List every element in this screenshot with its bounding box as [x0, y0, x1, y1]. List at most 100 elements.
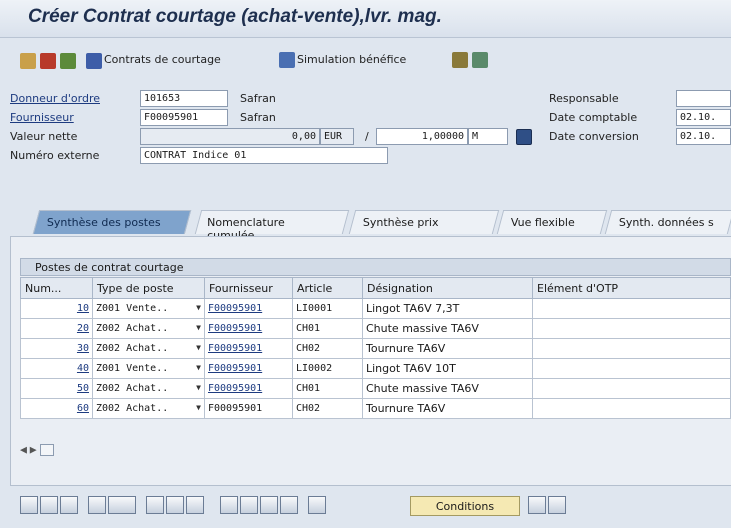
copy-row-icon[interactable]	[108, 496, 136, 514]
select-all-icon[interactable]	[40, 496, 58, 514]
filter-icon[interactable]	[186, 496, 204, 514]
header-data-icon[interactable]	[40, 53, 56, 69]
row-article[interactable]: LI0002	[292, 358, 363, 379]
conditions-button[interactable]: Conditions	[410, 496, 520, 516]
scroll-right-icon[interactable]: ▶	[30, 446, 37, 456]
col-designation[interactable]: Désignation	[362, 277, 533, 299]
grid-toolbar: Conditions	[20, 496, 731, 518]
row-designation[interactable]: Lingot TA6V 10T	[362, 358, 533, 379]
scroll-thumb[interactable]	[39, 444, 54, 456]
table-row[interactable]: 50 Z002 Achat.. ▼ F00095901 CH01 Chute ma…	[20, 378, 731, 399]
donneur-label[interactable]: Donneur d'ordre	[10, 92, 100, 105]
row-num[interactable]: 50	[20, 378, 93, 399]
donneur-field[interactable]: 101653	[140, 90, 228, 107]
exchange-rate-icon[interactable]	[516, 129, 532, 145]
row-num[interactable]: 60	[20, 398, 93, 419]
documents-icon[interactable]	[472, 52, 488, 68]
row-fournisseur[interactable]: F00095901	[204, 338, 293, 359]
dropdown-icon[interactable]: ▼	[196, 323, 201, 332]
dropdown-icon[interactable]: ▼	[196, 303, 201, 312]
row-type[interactable]: Z001 Vente.. ▼	[92, 298, 205, 319]
duplicate-icon[interactable]	[260, 496, 278, 514]
ratio-unit-field[interactable]: M	[468, 128, 508, 145]
tab-synth-donnees[interactable]: Synth. données s	[604, 210, 731, 234]
row-article[interactable]: CH01	[292, 378, 363, 399]
row-type[interactable]: Z001 Vente.. ▼	[92, 358, 205, 379]
row-otp[interactable]	[532, 338, 731, 359]
row-num[interactable]: 40	[20, 358, 93, 379]
row-fournisseur[interactable]: F00095901	[204, 358, 293, 379]
row-otp[interactable]	[532, 398, 731, 419]
row-designation[interactable]: Lingot TA6V 7,3T	[362, 298, 533, 319]
row-designation[interactable]: Chute massive TA6V	[362, 318, 533, 339]
fournisseur-label[interactable]: Fournisseur	[10, 111, 74, 124]
row-article[interactable]: CH02	[292, 398, 363, 419]
row-type[interactable]: Z002 Achat.. ▼	[92, 398, 205, 419]
filter-set-icon[interactable]	[528, 496, 546, 514]
fournisseur-field[interactable]: F00095901	[140, 109, 228, 126]
row-num[interactable]: 20	[20, 318, 93, 339]
tab-vue-flexible[interactable]: Vue flexible	[496, 210, 608, 234]
row-fournisseur[interactable]: F00095901	[204, 318, 293, 339]
tab-synthese-prix[interactable]: Synthèse prix	[348, 210, 500, 234]
row-fournisseur[interactable]: F00095901	[204, 398, 293, 419]
filter-delete-icon[interactable]	[548, 496, 566, 514]
dropdown-icon[interactable]: ▼	[196, 363, 201, 372]
externe-field[interactable]: CONTRAT Indice 01	[140, 147, 388, 164]
row-otp[interactable]	[532, 378, 731, 399]
contracts-button[interactable]: Contrats de courtage	[104, 53, 221, 66]
row-article[interactable]: CH01	[292, 318, 363, 339]
row-article[interactable]: LI0001	[292, 298, 363, 319]
dropdown-icon[interactable]: ▼	[196, 343, 201, 352]
row-otp[interactable]	[532, 318, 731, 339]
deselect-icon[interactable]	[60, 496, 78, 514]
other-contract-icon[interactable]	[20, 53, 36, 69]
ratio-field[interactable]: 1,00000	[376, 128, 468, 145]
table-row[interactable]: 10 Z001 Vente.. ▼ F00095901 LI0001 Lingot…	[20, 298, 731, 319]
col-type[interactable]: Type de poste	[92, 277, 205, 299]
date-conv-field[interactable]: 02.10.	[676, 128, 731, 145]
row-type[interactable]: Z002 Achat.. ▼	[92, 378, 205, 399]
col-num[interactable]: Num...	[20, 277, 93, 299]
row-type[interactable]: Z002 Achat.. ▼	[92, 338, 205, 359]
conditions-icon[interactable]	[308, 496, 326, 514]
sum-icon[interactable]	[280, 496, 298, 514]
row-designation[interactable]: Tournure TA6V	[362, 398, 533, 419]
subitem-icon[interactable]	[240, 496, 258, 514]
find-next-icon[interactable]	[166, 496, 184, 514]
horizontal-scrollbar[interactable]: ◀ ▶	[20, 444, 110, 458]
table-row[interactable]: 20 Z002 Achat.. ▼ F00095901 CH01 Chute ma…	[20, 318, 731, 339]
contracts-icon[interactable]	[86, 53, 102, 69]
date-compt-field[interactable]: 02.10.	[676, 109, 731, 126]
table-row[interactable]: 40 Z001 Vente.. ▼ F00095901 LI0002 Lingot…	[20, 358, 731, 379]
dropdown-icon[interactable]: ▼	[196, 383, 201, 392]
col-fournisseur[interactable]: Fournisseur	[204, 277, 293, 299]
scroll-left-icon[interactable]: ◀	[20, 446, 27, 456]
simulation-button[interactable]: Simulation bénéfice	[297, 53, 406, 66]
row-fournisseur[interactable]: F00095901	[204, 298, 293, 319]
insert-row-icon[interactable]	[88, 496, 106, 514]
row-type[interactable]: Z002 Achat.. ▼	[92, 318, 205, 339]
row-num[interactable]: 10	[20, 298, 93, 319]
dropdown-icon[interactable]: ▼	[196, 403, 201, 412]
tab-synthese-postes[interactable]: Synthèse des postes	[32, 210, 192, 234]
responsable-field[interactable]	[676, 90, 731, 107]
row-designation[interactable]: Chute massive TA6V	[362, 378, 533, 399]
simulation-icon[interactable]	[279, 52, 295, 68]
detail-icon[interactable]	[20, 496, 38, 514]
partners-icon[interactable]	[452, 52, 468, 68]
tab-nomenclature[interactable]: Nomenclature cumulée	[194, 210, 350, 242]
row-designation[interactable]: Tournure TA6V	[362, 338, 533, 359]
row-fournisseur[interactable]: F00095901	[204, 378, 293, 399]
table-row[interactable]: 60 Z002 Achat.. ▼ F00095901 CH02 Tournure…	[20, 398, 731, 419]
col-article[interactable]: Article	[292, 277, 363, 299]
row-otp[interactable]	[532, 298, 731, 319]
col-otp[interactable]: Elément d'OTP	[532, 277, 731, 299]
delete-row-icon[interactable]	[220, 496, 238, 514]
display-change-icon[interactable]	[60, 53, 76, 69]
find-icon[interactable]	[146, 496, 164, 514]
row-otp[interactable]	[532, 358, 731, 379]
row-article[interactable]: CH02	[292, 338, 363, 359]
row-num[interactable]: 30	[20, 338, 93, 359]
table-row[interactable]: 30 Z002 Achat.. ▼ F00095901 CH02 Tournure…	[20, 338, 731, 359]
